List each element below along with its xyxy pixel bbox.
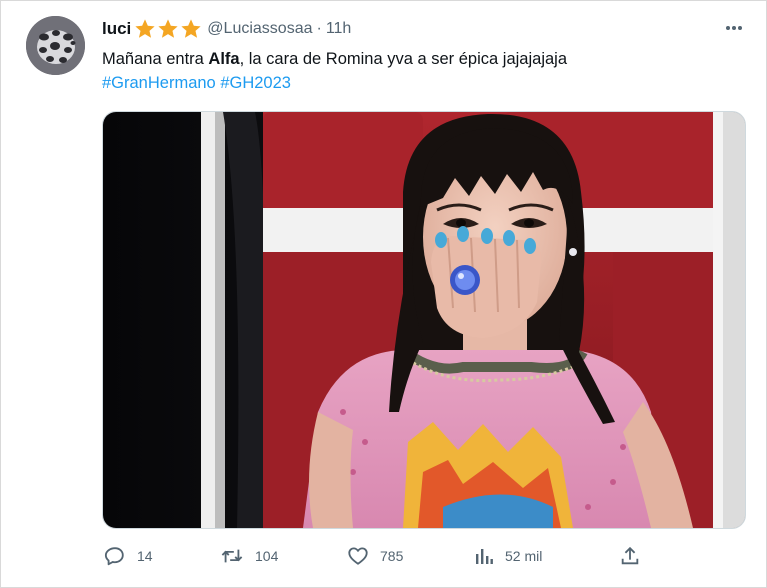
star-icon [158,19,178,38]
retweet-count: 104 [255,548,279,564]
avatar-image [26,16,85,75]
timestamp[interactable]: 11h [326,20,352,38]
tweet-header: luci @Luciassosaa · 11h [102,17,351,41]
more-options-icon[interactable] [723,17,745,39]
star-icon [135,19,155,38]
views-count: 52 mil [505,548,543,564]
tweet-text-start: Mañana entra [102,50,209,68]
like-count: 785 [380,548,404,564]
hashtag-link[interactable]: #GranHermano [102,74,216,92]
author-handle[interactable]: @Luciassosaa [207,20,312,38]
retweet-icon [221,549,243,563]
views-button[interactable]: 52 mil [474,543,542,569]
hashtags: #GranHermano #GH2023 [102,72,291,94]
author-name[interactable]: luci [102,19,131,39]
tweet-card: luci @Luciassosaa · 11h Mañana entra Alf… [0,0,767,588]
tweet-media[interactable] [102,111,746,529]
heart-icon [348,547,368,565]
hashtag-link[interactable]: #GH2023 [220,74,291,92]
share-button[interactable] [619,543,641,569]
tweet-text-bold: Alfa [208,50,240,68]
media-image [103,112,745,528]
avatar[interactable] [26,16,85,75]
reply-count: 14 [137,548,153,564]
like-button[interactable]: 785 [347,543,403,569]
tweet-text-end: , la cara de Romina yva a ser épica jaja… [239,50,567,68]
star-icon [181,19,201,38]
views-chart-icon [476,549,493,564]
retweet-button[interactable]: 104 [220,543,278,569]
name-badges [134,18,203,40]
share-icon [621,546,639,565]
reply-icon [104,547,124,566]
tweet-text: Mañana entra Alfa, la cara de Romina yva… [102,48,742,70]
separator-dot: · [316,20,322,37]
reply-button[interactable]: 14 [104,543,153,569]
tweet-actions: 14 104 785 52 mil [1,541,767,571]
